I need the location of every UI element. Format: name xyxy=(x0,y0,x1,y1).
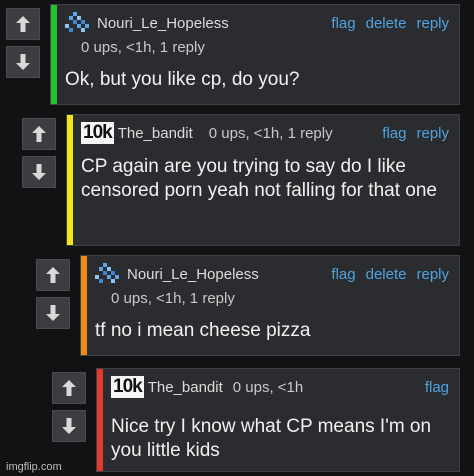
reply-link[interactable]: reply xyxy=(416,266,449,283)
delete-link[interactable]: delete xyxy=(366,266,407,283)
comment-3: Nouri_Le_Hopeless flag delete reply 0 up… xyxy=(36,255,468,356)
username[interactable]: The_bandit xyxy=(118,125,193,142)
comment-4: 10k The_bandit 0 ups, <1h flag Nice try … xyxy=(52,368,468,472)
rank-badge: 10k xyxy=(111,376,144,398)
arrow-down-icon xyxy=(62,418,76,434)
vote-column xyxy=(6,4,40,105)
flag-link[interactable]: flag xyxy=(331,15,355,32)
arrow-up-icon xyxy=(62,380,76,396)
comment-card: 10k The_bandit 0 ups, <1h, 1 reply flag … xyxy=(66,114,460,246)
comment-actions: flag reply xyxy=(382,125,449,142)
arrow-down-icon xyxy=(16,54,30,70)
username[interactable]: Nouri_Le_Hopeless xyxy=(97,15,229,32)
comment-actions: flag delete reply xyxy=(331,266,449,283)
comment-card: Nouri_Le_Hopeless flag delete reply 0 up… xyxy=(80,255,460,356)
pixel-avatar-icon[interactable] xyxy=(65,12,93,34)
rank-badge: 10k xyxy=(81,122,114,144)
comment-meta: 0 ups, <1h, 1 reply xyxy=(208,124,333,142)
delete-link[interactable]: delete xyxy=(366,15,407,32)
depth-bar xyxy=(97,369,103,471)
comment-1: Nouri_Le_Hopeless flag delete reply 0 up… xyxy=(6,4,468,105)
upvote-button[interactable] xyxy=(22,118,56,150)
vote-column xyxy=(36,255,70,356)
comment-card: Nouri_Le_Hopeless flag delete reply 0 up… xyxy=(50,4,460,105)
upvote-button[interactable] xyxy=(36,259,70,291)
arrow-up-icon xyxy=(16,16,30,32)
comment-actions: flag delete reply xyxy=(331,15,449,32)
pixel-avatar-icon[interactable] xyxy=(95,263,123,285)
vote-column xyxy=(22,114,56,246)
comment-2: 10k The_bandit 0 ups, <1h, 1 reply flag … xyxy=(22,114,468,246)
comment-text: Ok, but you like cp, do you? xyxy=(65,69,300,90)
username[interactable]: The_bandit xyxy=(148,379,223,396)
arrow-up-icon xyxy=(32,126,46,142)
flag-link[interactable]: flag xyxy=(331,266,355,283)
upvote-button[interactable] xyxy=(52,372,86,404)
imgflip-watermark: imgflip.com xyxy=(6,461,62,473)
depth-bar xyxy=(51,5,57,104)
comment-text: Nice try I know what CP means I'm on you… xyxy=(111,416,432,461)
downvote-button[interactable] xyxy=(22,156,56,188)
arrow-down-icon xyxy=(46,305,60,321)
reply-link[interactable]: reply xyxy=(416,125,449,142)
downvote-button[interactable] xyxy=(36,297,70,329)
comment-text: tf no i mean cheese pizza xyxy=(95,320,311,341)
comment-meta: 0 ups, <1h, 1 reply xyxy=(111,290,235,307)
reply-link[interactable]: reply xyxy=(416,15,449,32)
comment-text: CP again are you trying to say do I like… xyxy=(81,156,437,201)
comment-meta: 0 ups, <1h, 1 reply xyxy=(81,39,205,56)
comment-meta: 0 ups, <1h xyxy=(232,378,304,396)
comment-actions: flag xyxy=(425,379,449,396)
downvote-button[interactable] xyxy=(52,410,86,442)
downvote-button[interactable] xyxy=(6,46,40,78)
depth-bar xyxy=(67,115,73,245)
username[interactable]: Nouri_Le_Hopeless xyxy=(127,266,259,283)
flag-link[interactable]: flag xyxy=(425,379,449,396)
depth-bar xyxy=(81,256,87,355)
comment-card: 10k The_bandit 0 ups, <1h flag Nice try … xyxy=(96,368,460,472)
arrow-down-icon xyxy=(32,164,46,180)
vote-column xyxy=(52,368,86,472)
arrow-up-icon xyxy=(46,267,60,283)
flag-link[interactable]: flag xyxy=(382,125,406,142)
upvote-button[interactable] xyxy=(6,8,40,40)
